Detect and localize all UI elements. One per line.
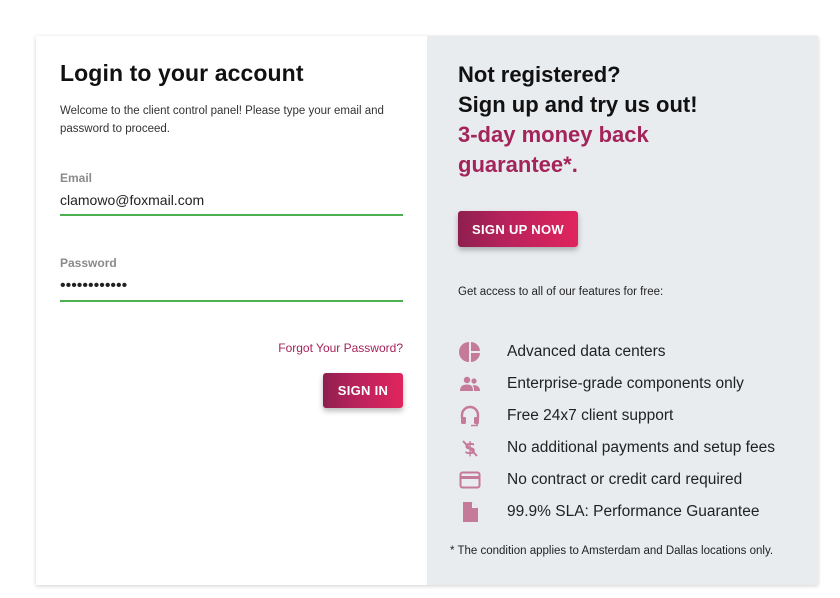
login-panel: Login to your account Welcome to the cli…: [36, 36, 427, 585]
headset-icon: [458, 404, 482, 428]
password-label: Password: [60, 256, 117, 270]
feature-label: Enterprise-grade components only: [507, 375, 744, 392]
document-icon: [458, 500, 482, 524]
feature-label: No contract or credit card required: [507, 471, 743, 488]
people-icon: [458, 372, 482, 396]
feature-list: Advanced data centers Enterprise-grade c…: [458, 336, 775, 528]
auth-card: Login to your account Welcome to the cli…: [36, 36, 818, 585]
credit-card-icon: [458, 468, 482, 492]
welcome-text: Welcome to the client control panel! Ple…: [60, 105, 384, 135]
feature-label: 99.9% SLA: Performance Guarantee: [507, 503, 760, 520]
signup-title-line2: Sign up and try us out!: [458, 92, 698, 117]
feature-label: Free 24x7 client support: [507, 407, 674, 424]
no-money-icon: $: [458, 436, 482, 460]
feature-item: $ No additional payments and setup fees: [458, 432, 775, 464]
forgot-password-link[interactable]: Forgot Your Password?: [278, 341, 403, 355]
feature-item: Enterprise-grade components only: [458, 368, 775, 400]
feature-label: No additional payments and setup fees: [507, 439, 775, 456]
sign-in-button[interactable]: SIGN IN: [323, 373, 403, 408]
guarantee-line2: guarantee*.: [458, 152, 578, 177]
guarantee-line1: 3-day money back: [458, 122, 649, 147]
sign-up-now-button[interactable]: SIGN UP NOW: [458, 211, 578, 247]
get-access-text: Get access to all of our features for fr…: [458, 286, 664, 298]
signup-heading: Not registered? Sign up and try us out! …: [458, 60, 798, 180]
feature-item: Free 24x7 client support: [458, 400, 775, 432]
signup-title-line1: Not registered?: [458, 62, 621, 87]
feature-label: Advanced data centers: [507, 343, 666, 360]
email-field[interactable]: [60, 186, 403, 216]
email-label: Email: [60, 171, 93, 185]
footnote: * The condition applies to Amsterdam and…: [450, 545, 774, 557]
signup-panel: Not registered? Sign up and try us out! …: [427, 36, 818, 585]
feature-item: Advanced data centers: [458, 336, 775, 368]
login-title: Login to your account: [60, 60, 304, 86]
password-field[interactable]: [60, 272, 403, 302]
pie-chart-icon: [458, 340, 482, 364]
feature-item: No contract or credit card required: [458, 464, 775, 496]
feature-item: 99.9% SLA: Performance Guarantee: [458, 496, 775, 528]
